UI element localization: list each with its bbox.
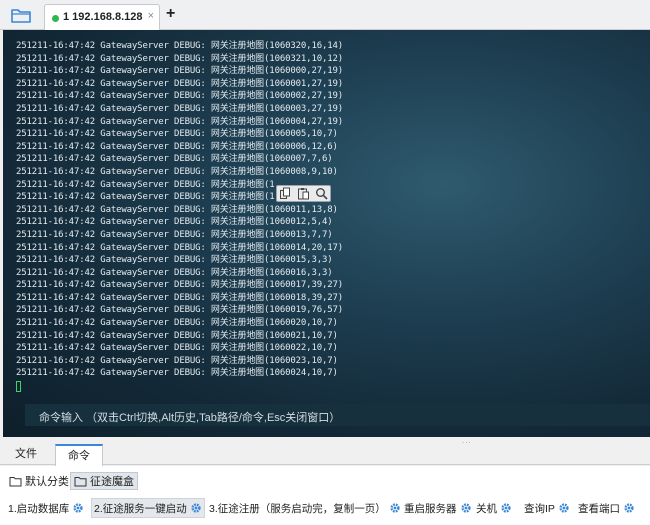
log-line: 251211-16:47:42 GatewayServer DEBUG: 网关注… bbox=[16, 166, 338, 177]
lower-tab-bar: 文件 命令 bbox=[0, 443, 650, 466]
log-line: 251211-16:47:42 GatewayServer DEBUG: 网关注… bbox=[16, 255, 333, 266]
folder-outline-icon bbox=[9, 476, 22, 486]
session-tab-label: 1 192.168.8.128 bbox=[63, 11, 143, 23]
log-line: 251211-16:47:42 GatewayServer DEBUG: 网关注… bbox=[16, 78, 344, 89]
command-input[interactable]: 命令输入 （双击Ctrl切换,Alt历史,Tab路径/命令,Esc关闭窗口） bbox=[25, 404, 650, 426]
log-line: 251211-16:47:42 GatewayServer DEBUG: 网关注… bbox=[16, 267, 333, 278]
floating-toolbar bbox=[276, 185, 331, 202]
log-line: 251211-16:47:42 GatewayServer DEBUG: 网关注… bbox=[16, 355, 338, 366]
group-default[interactable]: 默认分类 bbox=[6, 472, 72, 490]
command-button-label: 1.启动数据库 bbox=[8, 502, 70, 515]
folder-icon[interactable] bbox=[8, 5, 34, 25]
connected-status-icon bbox=[52, 15, 59, 22]
log-line: 251211-16:47:42 GatewayServer DEBUG: 网关注… bbox=[16, 368, 338, 379]
gear-icon[interactable] bbox=[72, 502, 84, 514]
session-tab-bar: 1 192.168.8.128 × + bbox=[0, 0, 650, 30]
command-groups: 默认分类 征途魔盒 bbox=[0, 466, 650, 492]
command-button-label: 查询IP bbox=[524, 502, 555, 515]
gear-icon[interactable] bbox=[190, 502, 202, 514]
tab-files[interactable]: 文件 bbox=[4, 444, 48, 466]
command-button[interactable]: 查询IP bbox=[522, 498, 572, 518]
log-line: 251211-16:47:42 GatewayServer DEBUG: 网关注… bbox=[16, 229, 333, 240]
paste-icon[interactable] bbox=[297, 187, 310, 200]
gear-icon[interactable] bbox=[623, 502, 635, 514]
log-line: 251211-16:47:42 GatewayServer DEBUG: 网关注… bbox=[16, 141, 338, 152]
log-line: 251211-16:47:42 GatewayServer DEBUG: 网关注… bbox=[16, 66, 344, 77]
log-line: 251211-16:47:42 GatewayServer DEBUG: 网关注… bbox=[16, 242, 344, 253]
command-button-label: 查看端口 bbox=[578, 502, 620, 515]
session-tab[interactable]: 1 192.168.8.128 × bbox=[44, 4, 160, 30]
log-line: 251211-16:47:42 GatewayServer DEBUG: 网关注… bbox=[16, 53, 344, 64]
terminal-cursor bbox=[16, 381, 21, 392]
gear-icon[interactable] bbox=[500, 502, 512, 514]
gear-icon[interactable] bbox=[389, 502, 401, 514]
plus-icon[interactable]: + bbox=[166, 5, 175, 23]
folder-outline-icon bbox=[74, 476, 87, 486]
gear-icon[interactable] bbox=[558, 502, 570, 514]
log-line: 251211-16:47:42 GatewayServer DEBUG: 网关注… bbox=[16, 217, 333, 228]
log-line: 251211-16:47:42 GatewayServer DEBUG: 网关注… bbox=[16, 204, 338, 215]
log-line: 251211-16:47:42 GatewayServer DEBUG: 网关注… bbox=[16, 116, 344, 127]
log-line: 251211-16:47:42 GatewayServer DEBUG: 网关注… bbox=[16, 129, 338, 140]
log-line: 251211-16:47:42 GatewayServer DEBUG: 网关注… bbox=[16, 343, 338, 354]
copy-icon[interactable] bbox=[279, 187, 292, 200]
command-button[interactable]: 2.征途服务一键启动 bbox=[91, 498, 205, 518]
command-button-label: 重启服务器 bbox=[404, 502, 457, 515]
command-button-label: 3.征途注册（服务启动完，复制一页） bbox=[209, 502, 386, 515]
command-button[interactable]: 查看端口 bbox=[576, 498, 637, 518]
group-magic-box-label: 征途魔盒 bbox=[90, 476, 134, 488]
command-button-row: 1.启动数据库 2.征途服务一键启动 3.征途注册（服务启动完，复制一页） 重启服务器… bbox=[0, 492, 650, 525]
command-button-label: 2.征途服务一键启动 bbox=[94, 502, 187, 515]
command-input-placeholder: 命令输入 （双击Ctrl切换,Alt历史,Tab路径/命令,Esc关闭窗口） bbox=[39, 412, 341, 424]
log-output: 251211-16:47:42 GatewayServer DEBUG: 网关注… bbox=[16, 40, 343, 380]
command-button[interactable]: 3.征途注册（服务启动完，复制一页） bbox=[207, 498, 403, 518]
log-line: 251211-16:47:42 GatewayServer DEBUG: 网关注… bbox=[16, 280, 344, 291]
terminal-output[interactable]: 251211-16:47:42 GatewayServer DEBUG: 网关注… bbox=[3, 30, 650, 437]
command-button[interactable]: 关机 bbox=[474, 498, 514, 518]
log-line: 251211-16:47:42 GatewayServer DEBUG: 网关注… bbox=[16, 91, 344, 102]
log-line: 251211-16:47:42 GatewayServer DEBUG: 网关注… bbox=[16, 292, 344, 303]
log-line: 251211-16:47:42 GatewayServer DEBUG: 网关注… bbox=[16, 330, 338, 341]
group-default-label: 默认分类 bbox=[25, 476, 69, 488]
command-button-label: 关机 bbox=[476, 502, 497, 515]
log-line: 251211-16:47:42 GatewayServer DEBUG: 网关注… bbox=[16, 305, 344, 316]
gear-icon[interactable] bbox=[460, 502, 472, 514]
tab-commands[interactable]: 命令 bbox=[55, 444, 103, 466]
log-line: 251211-16:47:42 GatewayServer DEBUG: 网关注… bbox=[16, 154, 333, 165]
close-icon[interactable]: × bbox=[148, 10, 154, 22]
command-button[interactable]: 重启服务器 bbox=[402, 498, 474, 518]
log-line: 251211-16:47:42 GatewayServer DEBUG: 网关注… bbox=[16, 103, 344, 114]
log-line: 251211-16:47:42 GatewayServer DEBUG: 网关注… bbox=[16, 41, 344, 51]
command-button[interactable]: 1.启动数据库 bbox=[6, 498, 86, 518]
search-icon[interactable] bbox=[315, 187, 328, 200]
group-magic-box[interactable]: 征途魔盒 bbox=[70, 472, 138, 490]
log-line: 251211-16:47:42 GatewayServer DEBUG: 网关注… bbox=[16, 318, 338, 329]
